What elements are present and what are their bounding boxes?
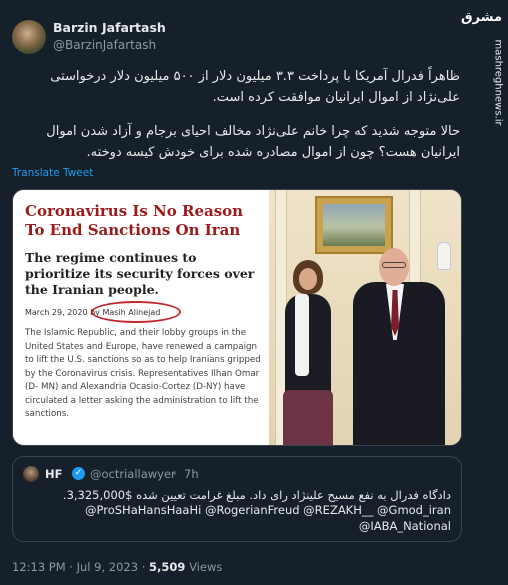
quoted-mentions-line-1[interactable]: @ProSHaHansHaaHi @RogerianFreud @REZAKH_…: [85, 503, 451, 517]
article-title: Coronavirus Is No Reason To End Sanction…: [25, 202, 244, 239]
tweet: Barzin Jafartash @BarzinJafartash ظاهراً…: [0, 0, 470, 585]
quoted-author-handle[interactable]: @octriallawyer: [90, 467, 176, 481]
verified-badge-icon: ✓: [72, 467, 85, 480]
tweet-timestamp[interactable]: 12:13 PM · Jul 9, 2023 ·: [12, 560, 145, 574]
quoted-mentions-line-2[interactable]: @IABA_National: [359, 519, 451, 533]
man-glasses: [382, 262, 406, 268]
views-count: 5,509: [149, 560, 186, 574]
article-body: The Islamic Republic, and their lobby gr…: [25, 328, 261, 419]
translate-tweet-link[interactable]: Translate Tweet: [12, 167, 93, 179]
site-watermark: mashreghnews.ir: [492, 40, 504, 160]
woman-face: [299, 268, 317, 290]
quoted-time[interactable]: 7h: [184, 467, 199, 481]
woman-scarf: [295, 294, 309, 376]
woman-skirt: [283, 390, 333, 445]
photo-painting: [315, 196, 393, 254]
quoted-tweet[interactable]: HF ✓ @octriallawyer · 7h دادگاه فدرال به…: [12, 456, 462, 542]
article-photo: [269, 190, 461, 445]
site-watermark-text: mashreghnews.ir: [492, 39, 504, 126]
photo-vase: [437, 242, 451, 270]
highlight-circle: [91, 301, 181, 323]
author-handle[interactable]: @BarzinJafartash: [53, 38, 156, 52]
article-subtitle: The regime continues to prioritize its s…: [25, 250, 255, 297]
author-avatar[interactable]: [12, 20, 46, 54]
article-meta: March 29, 2020 by Masih Alinejad: [25, 301, 269, 323]
mashregh-logo: مشرق: [461, 10, 502, 25]
painting-landscape: [323, 204, 385, 246]
tweet-media-image[interactable]: Coronavirus Is No Reason To End Sanction…: [12, 189, 462, 446]
quoted-author-avatar[interactable]: [23, 466, 39, 482]
quoted-separator: ·: [173, 467, 177, 481]
tweet-text-paragraph-2: حالا متوجه شدید که چرا خانم علی‌نژاد مخا…: [46, 124, 460, 160]
tweet-metadata: 12:13 PM · Jul 9, 2023 · 5,509 Views: [12, 560, 222, 574]
tweet-text-paragraph-1: ظاهراً فدرال آمریکا با پرداخت ۳.۳ میلیون…: [50, 69, 460, 105]
views-label: Views: [189, 560, 223, 574]
quoted-tweet-text: دادگاه فدرال به نفع مسیح علینژاد رای داد…: [62, 488, 451, 502]
article-screenshot: Coronavirus Is No Reason To End Sanction…: [13, 190, 269, 445]
quoted-author-name[interactable]: HF: [45, 467, 62, 481]
author-name[interactable]: Barzin Jafartash: [53, 20, 166, 35]
